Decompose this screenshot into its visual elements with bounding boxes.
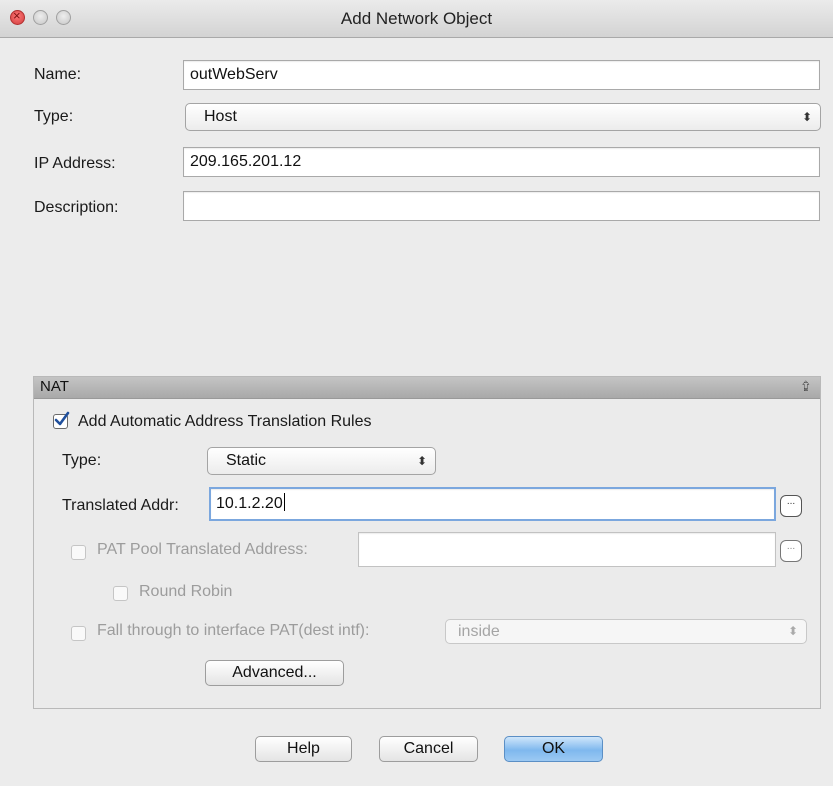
round-robin-checkbox[interactable] [113, 586, 128, 601]
round-robin-label: Round Robin [139, 583, 233, 600]
up-down-arrows-icon: ⬍ [801, 110, 812, 124]
cancel-button[interactable]: Cancel [379, 736, 478, 762]
type-label: Type: [34, 108, 74, 125]
checkmark-icon [54, 411, 70, 426]
auto-translation-checkbox[interactable] [53, 411, 70, 429]
translated-addr-browse-button[interactable]: ... [780, 495, 802, 517]
fall-through-interface-value: inside [458, 623, 500, 640]
ok-button[interactable]: OK [504, 736, 603, 762]
window-title: Add Network Object [340, 9, 493, 28]
up-down-arrows-icon: ⬍ [787, 624, 798, 638]
nat-type-label: Type: [62, 452, 102, 469]
pat-pool-field[interactable] [358, 532, 776, 567]
nat-type-select-value: Static [226, 452, 267, 469]
collapse-chevron-icon[interactable]: ⮸ [802, 378, 810, 400]
fall-through-interface-select[interactable]: inside ⬍ [445, 619, 807, 644]
name-field[interactable]: outWebServ [183, 60, 820, 90]
help-button[interactable]: Help [255, 736, 352, 762]
ip-address-field[interactable]: 209.165.201.12 [183, 147, 820, 177]
advanced-button[interactable]: Advanced... [205, 660, 344, 686]
translated-addr-value: 10.1.2.20 [216, 495, 283, 512]
pat-pool-browse-button[interactable]: ... [780, 540, 802, 562]
text-caret [283, 493, 285, 511]
nat-section-title: NAT [40, 378, 69, 395]
pat-pool-label: PAT Pool Translated Address: [97, 541, 308, 558]
title-bar: Add Network Object [0, 0, 833, 38]
auto-translation-label: Add Automatic Address Translation Rules [78, 413, 372, 430]
up-down-arrows-icon: ⬍ [416, 454, 427, 468]
fall-through-checkbox[interactable] [71, 626, 86, 641]
translated-addr-field[interactable]: 10.1.2.20 [209, 487, 776, 521]
type-select-value: Host [204, 108, 237, 125]
fall-through-label: Fall through to interface PAT(dest intf)… [97, 622, 370, 639]
description-field[interactable] [183, 191, 820, 221]
name-label: Name: [34, 66, 82, 83]
pat-pool-checkbox[interactable] [71, 545, 86, 560]
nat-section-header[interactable]: NAT ⮸ [34, 377, 820, 399]
translated-addr-label: Translated Addr: [62, 497, 179, 514]
description-label: Description: [34, 199, 119, 216]
ip-address-label: IP Address: [34, 155, 116, 172]
nat-type-select[interactable]: Static ⬍ [207, 447, 436, 475]
type-select[interactable]: Host ⬍ [185, 103, 821, 131]
